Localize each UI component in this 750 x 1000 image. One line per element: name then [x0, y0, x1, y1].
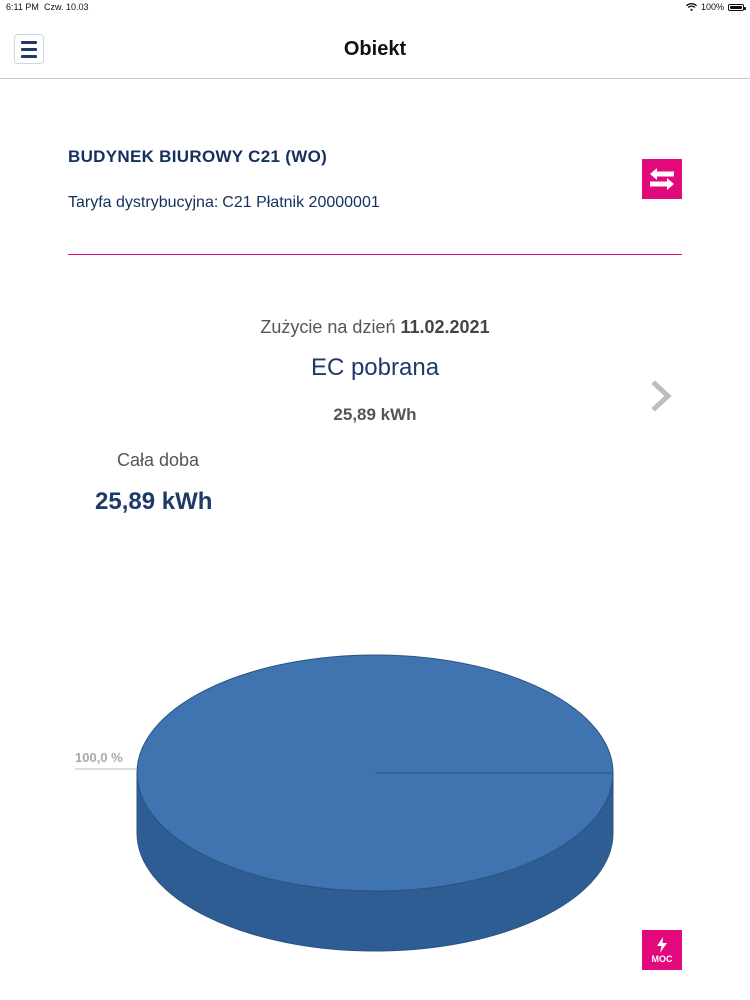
- tariff-value: C21 Płatnik 20000001: [222, 194, 380, 211]
- usage-date-row: Zużycie na dzień 11.02.2021: [0, 317, 750, 338]
- zone-label: Cała doba: [117, 450, 200, 470]
- lightning-icon: [657, 936, 667, 953]
- wifi-icon: [686, 3, 697, 11]
- moc-label: MOC: [651, 953, 673, 964]
- battery-icon: [728, 3, 746, 11]
- energy-total: 25,89 kWh: [333, 405, 417, 424]
- zone-value: 25,89 kWh: [95, 488, 213, 515]
- status-time: 6:11 PM: [6, 2, 39, 12]
- swap-arrows-icon: [650, 168, 674, 190]
- pie-slice-label: 100,0 %: [75, 750, 123, 765]
- navigation-bar: Obiekt: [0, 14, 750, 79]
- object-name: BUDYNEK BIUROWY C21 (WO): [68, 147, 328, 166]
- battery-percent: 100%: [700, 2, 724, 12]
- status-bar: 6:11 PM Czw. 10.03 100%: [0, 0, 750, 14]
- section-divider: [68, 254, 682, 255]
- tariff-row: Taryfa dystrybucyjna: C21 Płatnik 2000000…: [68, 194, 380, 212]
- chevron-right-icon[interactable]: [650, 380, 674, 412]
- usage-date-prefix: Zużycie na dzień: [260, 317, 396, 337]
- pie-chart: [75, 654, 614, 952]
- page-title: Obiekt: [343, 38, 407, 60]
- usage-date: 11.02.2021: [400, 317, 490, 337]
- moc-button[interactable]: MOC: [642, 930, 682, 970]
- switch-object-button[interactable]: [642, 159, 682, 199]
- energy-type-title: EC pobrana: [310, 354, 440, 381]
- status-right: 100%: [686, 2, 746, 12]
- tariff-label: Taryfa dystrybucyjna:: [68, 194, 219, 211]
- status-date: Czw. 10.03: [44, 2, 89, 12]
